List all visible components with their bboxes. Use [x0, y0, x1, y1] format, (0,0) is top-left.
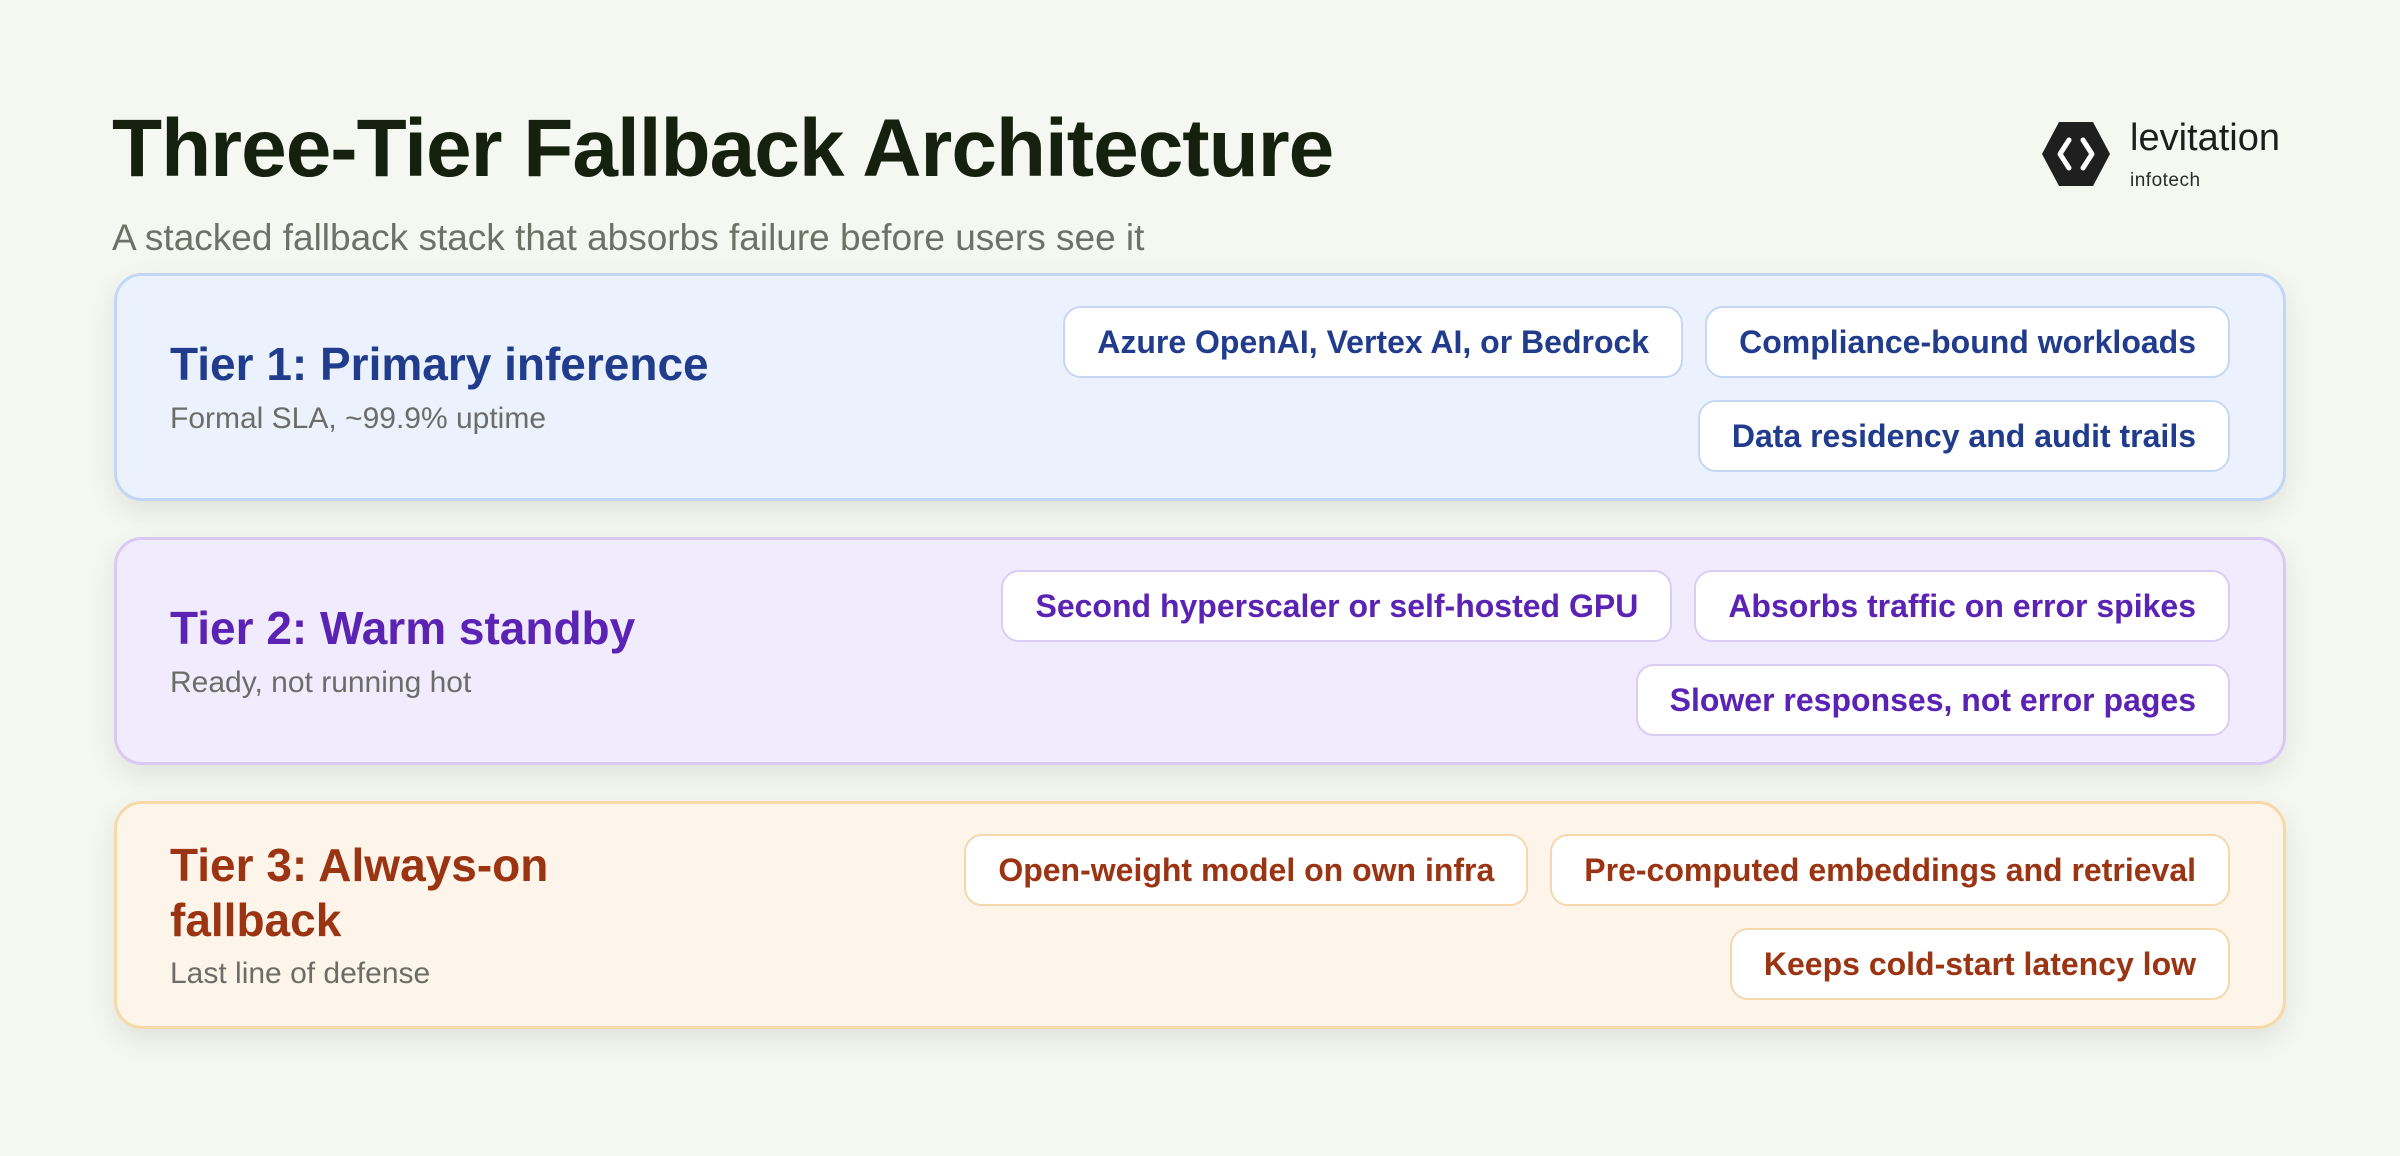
tier-1-subtitle: Formal SLA, ~99.9% uptime [170, 401, 547, 435]
tier-3-chips: Open-weight model on own infra Pre-compu… [830, 834, 2230, 1000]
tier-3-subtitle: Last line of defense [170, 957, 431, 991]
tier-2-chip-second-provider: Second hyperscaler or self-hosted GPU [1001, 570, 1673, 642]
tier-1-chip-compliance: Compliance-bound workloads [1705, 306, 2230, 378]
tier-3-chip-open-weight: Open-weight model on own infra [964, 834, 1529, 906]
tier-2-chip-slower-responses: Slower responses, not error pages [1635, 664, 2230, 736]
tier-2-header: Tier 2: Warm standby Ready, not running … [170, 540, 730, 762]
tier-2-card: Tier 2: Warm standby Ready, not running … [114, 537, 2286, 765]
tier-3-chip-latency: Keeps cold-start latency low [1729, 928, 2230, 1000]
tier-2-subtitle: Ready, not running hot [170, 665, 472, 699]
logo-name: levitation [2130, 117, 2280, 159]
brand-logo: levitation infotech [2040, 116, 2290, 196]
page-subtitle: A stacked fallback stack that absorbs fa… [112, 217, 1145, 258]
tier-3-title: Tier 3: Always-on fallback [170, 838, 549, 946]
tier-2-chips: Second hyperscaler or self-hosted GPU Ab… [830, 570, 2230, 736]
tier-2-title: Tier 2: Warm standby [170, 602, 636, 655]
tier-3-card: Tier 3: Always-on fallback Last line of … [114, 801, 2286, 1029]
tier-3-header: Tier 3: Always-on fallback Last line of … [170, 804, 730, 1026]
logo-subtext: infotech [2130, 170, 2201, 191]
tier-1-card: Tier 1: Primary inference Formal SLA, ~9… [114, 273, 2286, 501]
tier-1-title: Tier 1: Primary inference [170, 338, 709, 391]
hexagon-code-brackets-icon [2042, 122, 2110, 186]
tier-1-header: Tier 1: Primary inference Formal SLA, ~9… [170, 276, 730, 498]
page-title: Three-Tier Fallback Architecture [112, 103, 1334, 194]
tier-1-chip-providers: Azure OpenAI, Vertex AI, or Bedrock [1063, 306, 1684, 378]
tier-1-chip-residency: Data residency and audit trails [1697, 400, 2230, 472]
tier-2-chip-absorbs-traffic: Absorbs traffic on error spikes [1694, 570, 2230, 642]
tier-3-chip-embeddings: Pre-computed embeddings and retrieval [1550, 834, 2230, 906]
tier-1-chips: Azure OpenAI, Vertex AI, or Bedrock Comp… [830, 306, 2230, 472]
